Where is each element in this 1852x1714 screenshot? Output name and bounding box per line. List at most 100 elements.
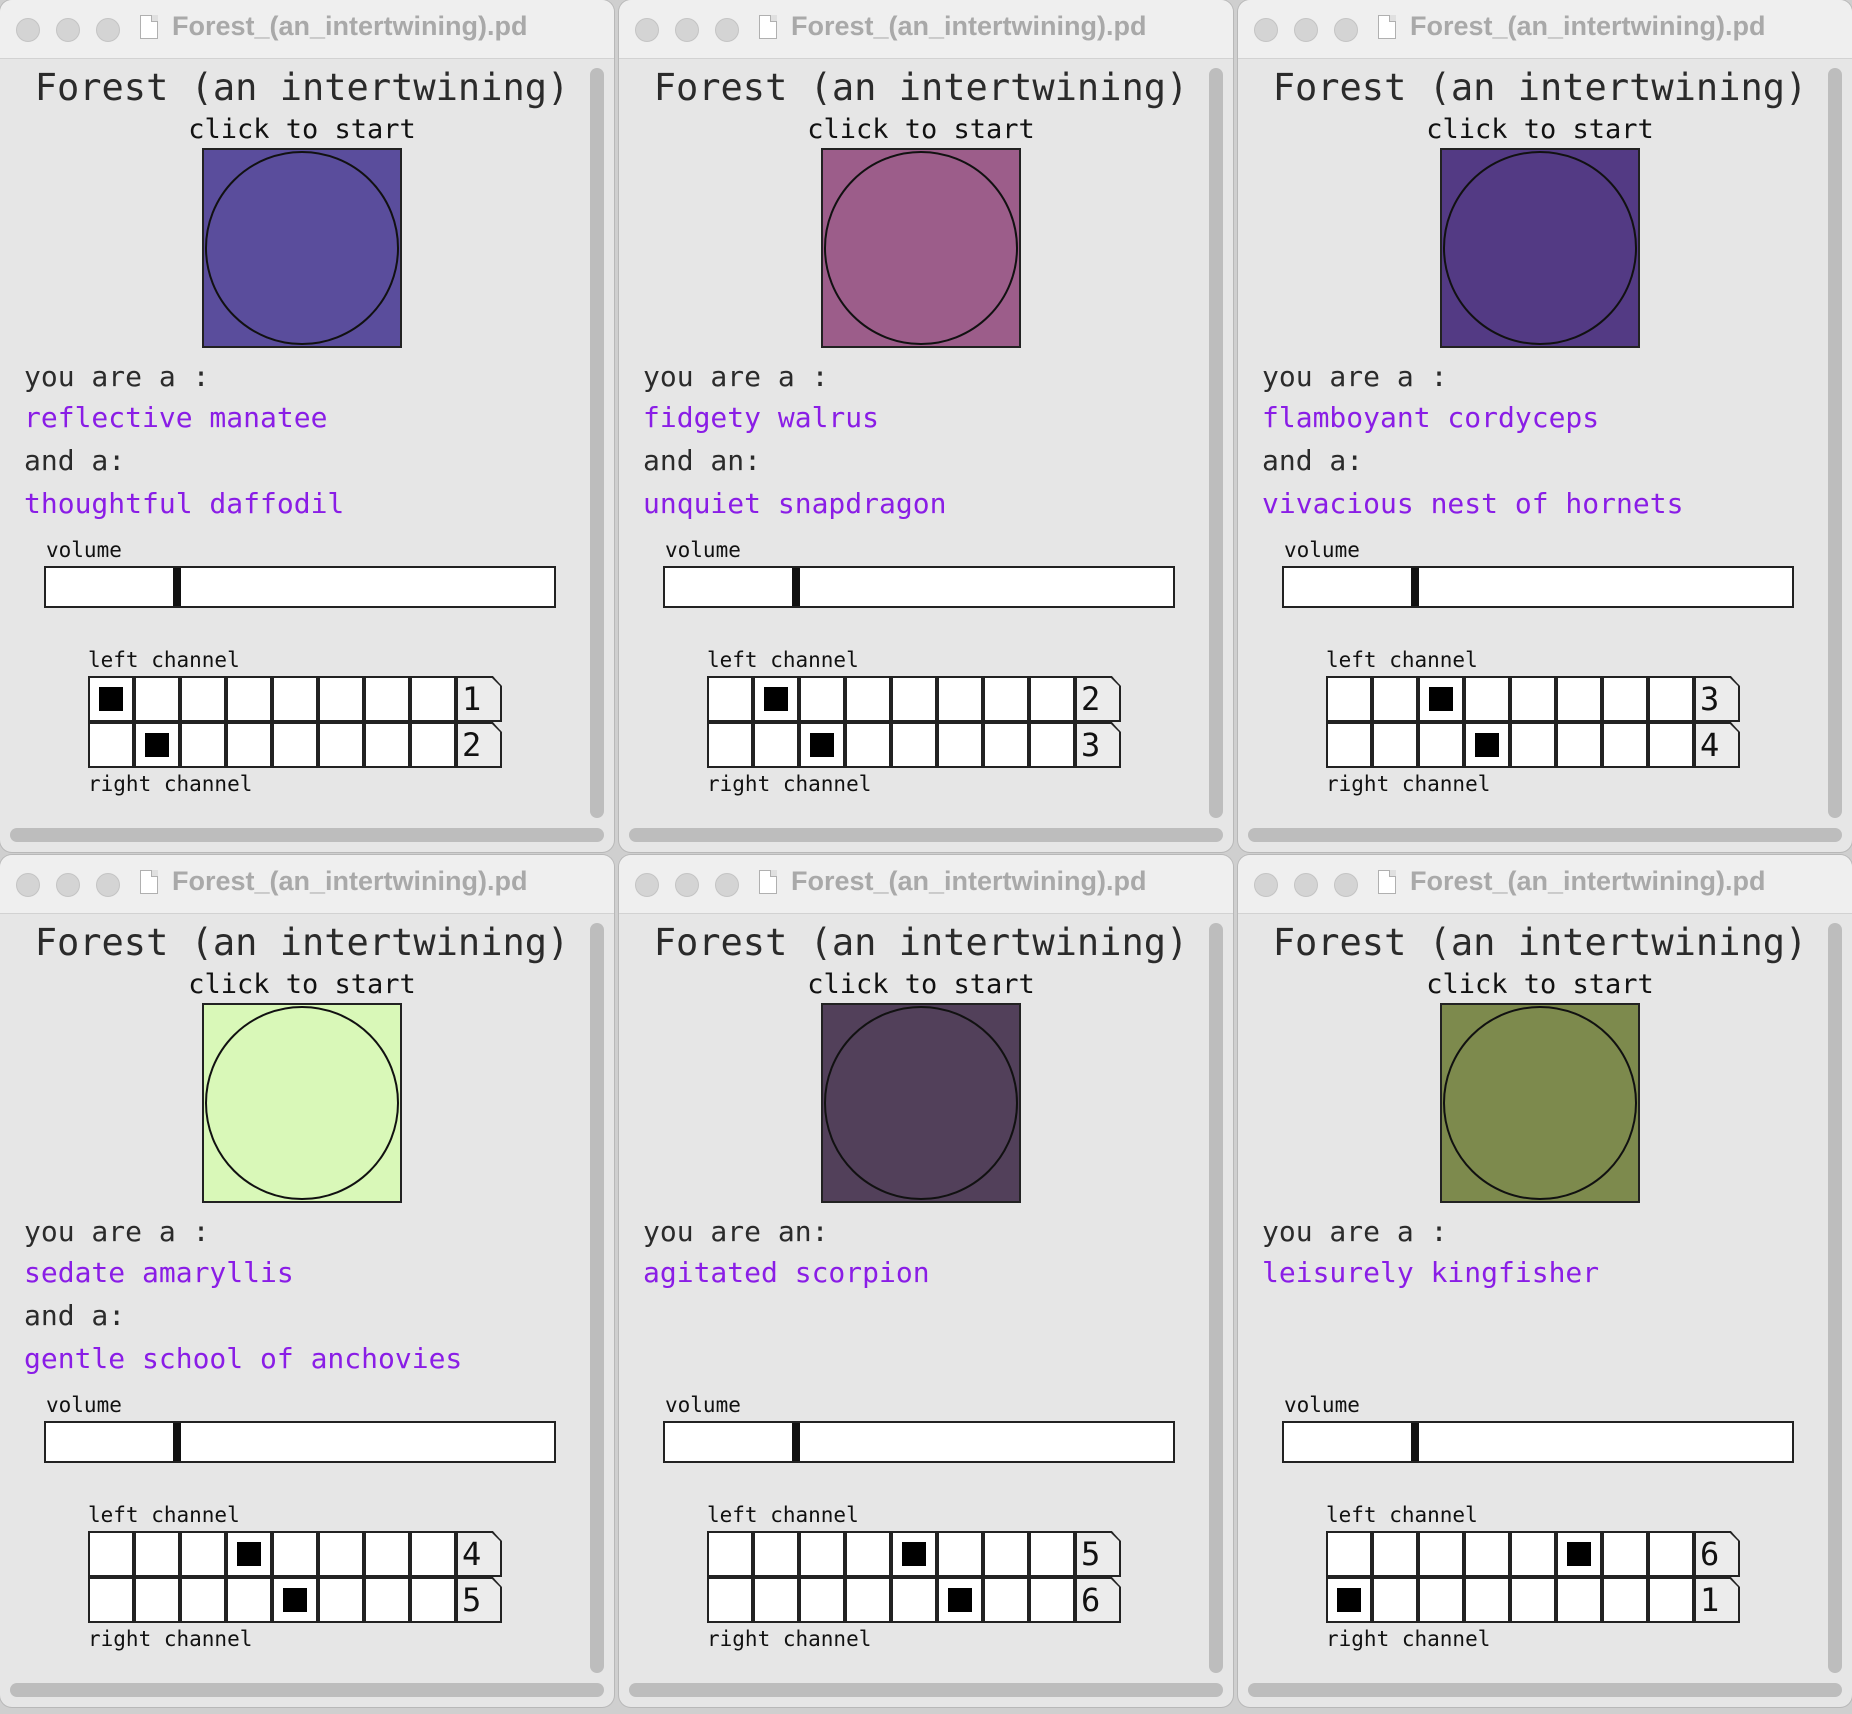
window-titlebar[interactable]: Forest_(an_intertwining).pd xyxy=(619,0,1233,59)
start-button[interactable] xyxy=(1440,1003,1640,1203)
left-channel-cell-1[interactable] xyxy=(1326,1531,1372,1577)
right-channel-cell-5[interactable] xyxy=(272,1577,318,1623)
left-channel-cell-5[interactable] xyxy=(272,676,318,722)
right-channel-cell-6[interactable] xyxy=(318,1577,364,1623)
left-channel-cell-3[interactable] xyxy=(180,676,226,722)
close-button[interactable] xyxy=(635,873,659,897)
left-channel-cell-6[interactable] xyxy=(318,1531,364,1577)
right-channel-cell-7[interactable] xyxy=(364,722,410,768)
start-button[interactable] xyxy=(821,148,1021,348)
right-channel-cell-5[interactable] xyxy=(891,722,937,768)
vertical-scrollbar[interactable] xyxy=(590,923,604,1673)
right-channel-cell-2[interactable] xyxy=(134,722,180,768)
vertical-scrollbar[interactable] xyxy=(1828,68,1842,818)
left-channel-number-box[interactable]: 1 xyxy=(456,676,502,722)
horizontal-scrollbar[interactable] xyxy=(629,828,1223,842)
volume-slider-knob[interactable] xyxy=(173,568,181,606)
left-channel-cell-3[interactable] xyxy=(799,1531,845,1577)
left-channel-cell-3[interactable] xyxy=(1418,1531,1464,1577)
left-channel-cell-1[interactable] xyxy=(1326,676,1372,722)
left-channel-cell-2[interactable] xyxy=(753,1531,799,1577)
volume-slider[interactable] xyxy=(44,566,556,608)
right-channel-cell-8[interactable] xyxy=(1648,722,1694,768)
left-channel-cell-7[interactable] xyxy=(1602,1531,1648,1577)
minimize-button[interactable] xyxy=(1294,873,1318,897)
horizontal-scrollbar[interactable] xyxy=(1248,1683,1842,1697)
start-button[interactable] xyxy=(202,148,402,348)
minimize-button[interactable] xyxy=(56,873,80,897)
left-channel-cell-2[interactable] xyxy=(134,1531,180,1577)
right-channel-cell-7[interactable] xyxy=(1602,1577,1648,1623)
right-channel-cell-2[interactable] xyxy=(1372,1577,1418,1623)
left-channel-cell-7[interactable] xyxy=(983,676,1029,722)
left-channel-cell-1[interactable] xyxy=(707,1531,753,1577)
window-titlebar[interactable]: Forest_(an_intertwining).pd xyxy=(619,855,1233,914)
left-channel-cell-8[interactable] xyxy=(1648,676,1694,722)
left-channel-cell-4[interactable] xyxy=(845,1531,891,1577)
right-channel-cell-3[interactable] xyxy=(1418,1577,1464,1623)
right-channel-number-box[interactable]: 5 xyxy=(456,1577,502,1623)
volume-slider-knob[interactable] xyxy=(1411,1423,1419,1461)
zoom-button[interactable] xyxy=(1334,18,1358,42)
close-button[interactable] xyxy=(16,873,40,897)
left-channel-number-box[interactable]: 6 xyxy=(1694,1531,1740,1577)
window-titlebar[interactable]: Forest_(an_intertwining).pd xyxy=(0,855,614,914)
minimize-button[interactable] xyxy=(675,873,699,897)
vertical-scrollbar[interactable] xyxy=(1209,923,1223,1673)
right-channel-cell-8[interactable] xyxy=(410,722,456,768)
volume-slider[interactable] xyxy=(663,1421,1175,1463)
left-channel-cell-8[interactable] xyxy=(410,676,456,722)
start-button[interactable] xyxy=(202,1003,402,1203)
volume-slider[interactable] xyxy=(663,566,1175,608)
right-channel-cell-3[interactable] xyxy=(180,722,226,768)
left-channel-cell-3[interactable] xyxy=(1418,676,1464,722)
left-channel-cell-6[interactable] xyxy=(1556,676,1602,722)
volume-slider-knob[interactable] xyxy=(792,568,800,606)
right-channel-cell-6[interactable] xyxy=(1556,722,1602,768)
volume-slider[interactable] xyxy=(1282,1421,1794,1463)
left-channel-cell-8[interactable] xyxy=(1648,1531,1694,1577)
left-channel-cell-8[interactable] xyxy=(1029,1531,1075,1577)
left-channel-cell-7[interactable] xyxy=(983,1531,1029,1577)
left-channel-cell-5[interactable] xyxy=(891,1531,937,1577)
right-channel-cell-6[interactable] xyxy=(1556,1577,1602,1623)
right-channel-cell-1[interactable] xyxy=(707,722,753,768)
minimize-button[interactable] xyxy=(1294,18,1318,42)
volume-slider-knob[interactable] xyxy=(792,1423,800,1461)
left-channel-cell-1[interactable] xyxy=(88,676,134,722)
zoom-button[interactable] xyxy=(715,873,739,897)
left-channel-cell-5[interactable] xyxy=(1510,676,1556,722)
right-channel-cell-1[interactable] xyxy=(1326,722,1372,768)
left-channel-cell-7[interactable] xyxy=(364,676,410,722)
right-channel-cell-8[interactable] xyxy=(1029,722,1075,768)
right-channel-cell-2[interactable] xyxy=(753,1577,799,1623)
close-button[interactable] xyxy=(1254,18,1278,42)
start-button[interactable] xyxy=(821,1003,1021,1203)
horizontal-scrollbar[interactable] xyxy=(10,1683,604,1697)
right-channel-cell-4[interactable] xyxy=(845,722,891,768)
right-channel-cell-3[interactable] xyxy=(799,1577,845,1623)
left-channel-cell-7[interactable] xyxy=(364,1531,410,1577)
horizontal-scrollbar[interactable] xyxy=(1248,828,1842,842)
left-channel-cell-4[interactable] xyxy=(1464,1531,1510,1577)
right-channel-cell-7[interactable] xyxy=(1602,722,1648,768)
right-channel-cell-1[interactable] xyxy=(1326,1577,1372,1623)
left-channel-cell-4[interactable] xyxy=(226,676,272,722)
volume-slider-knob[interactable] xyxy=(1411,568,1419,606)
right-channel-cell-1[interactable] xyxy=(88,1577,134,1623)
right-channel-cell-4[interactable] xyxy=(1464,722,1510,768)
left-channel-cell-8[interactable] xyxy=(1029,676,1075,722)
left-channel-number-box[interactable]: 4 xyxy=(456,1531,502,1577)
volume-slider[interactable] xyxy=(44,1421,556,1463)
right-channel-number-box[interactable]: 1 xyxy=(1694,1577,1740,1623)
window-titlebar[interactable]: Forest_(an_intertwining).pd xyxy=(1238,855,1852,914)
right-channel-cell-4[interactable] xyxy=(845,1577,891,1623)
volume-slider[interactable] xyxy=(1282,566,1794,608)
horizontal-scrollbar[interactable] xyxy=(10,828,604,842)
zoom-button[interactable] xyxy=(715,18,739,42)
right-channel-cell-6[interactable] xyxy=(318,722,364,768)
right-channel-cell-1[interactable] xyxy=(88,722,134,768)
right-channel-cell-3[interactable] xyxy=(1418,722,1464,768)
left-channel-cell-2[interactable] xyxy=(1372,1531,1418,1577)
vertical-scrollbar[interactable] xyxy=(1828,923,1842,1673)
